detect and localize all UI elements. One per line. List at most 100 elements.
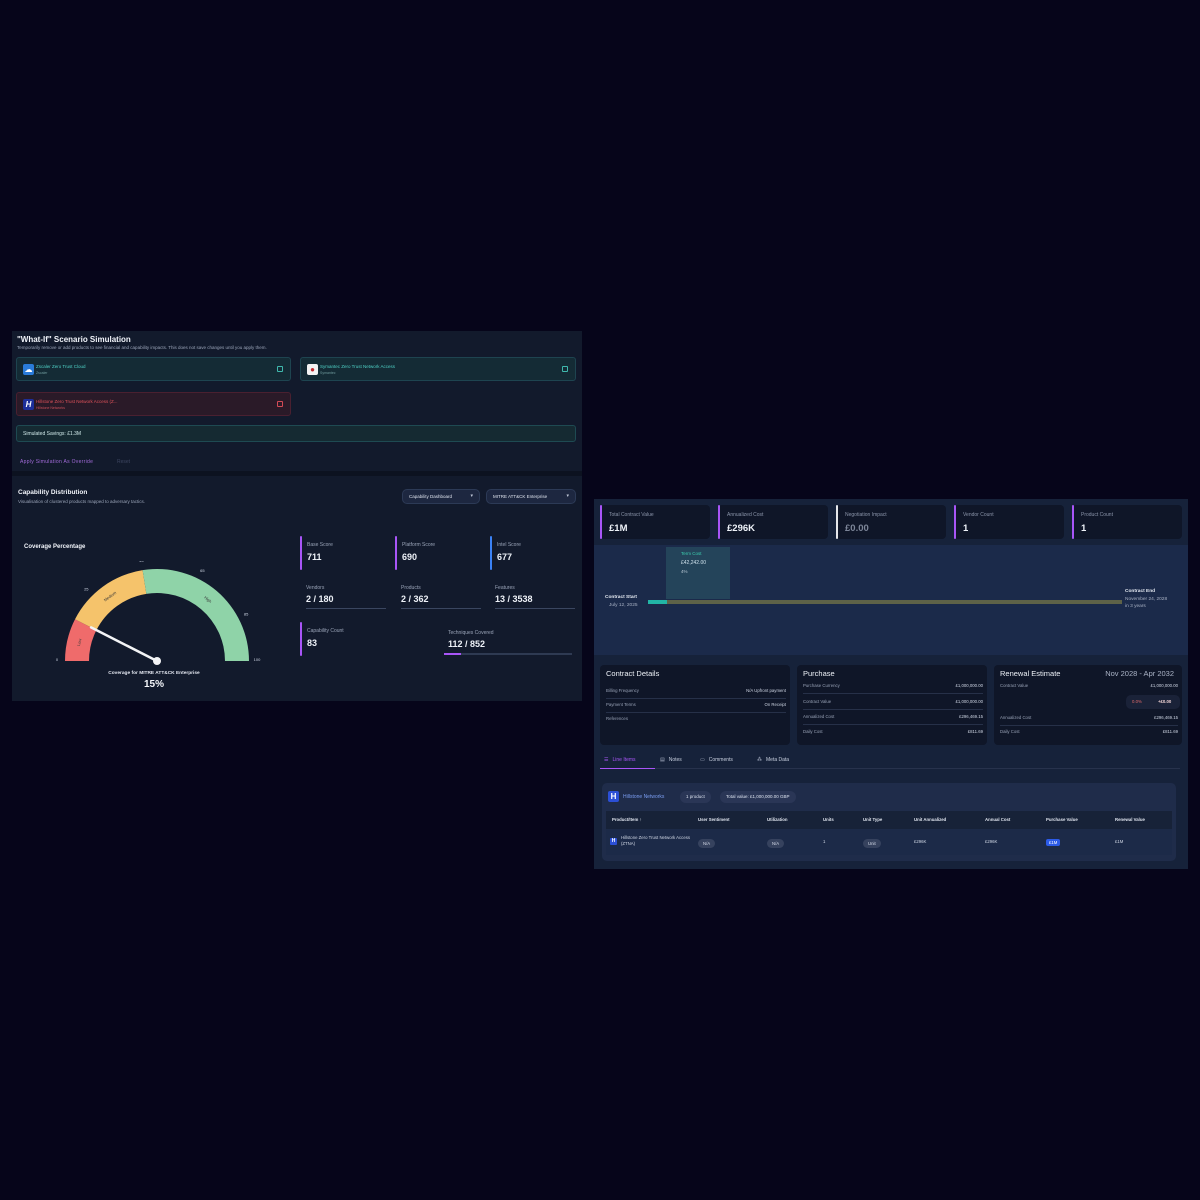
purchase-row-value: £1,000,000.00: [955, 699, 983, 704]
term-cost-value: £42,242.00: [681, 560, 707, 566]
detail-row: References: [606, 713, 786, 727]
chevron-down-icon: ▾: [470, 493, 473, 499]
sim-product-vendor: Symantec: [320, 371, 336, 375]
detail-tabs: ☰ Line Items ▤ Notes ▭ Comments ⁂ Meta Data: [600, 755, 1180, 769]
renewal-row-label: Annualized Cost: [1000, 715, 1032, 720]
contract-timeline: Term Cost £42,242.00 4% Contract Start J…: [594, 545, 1188, 655]
coverage-gauge: 025456585100 LowMediumHigh: [56, 561, 261, 665]
kpi-value: 1: [963, 523, 969, 534]
stat-value: 2 / 180: [306, 594, 334, 604]
kpi-value: £296K: [727, 523, 755, 534]
meta-icon: ⁂: [757, 757, 762, 763]
product-count-pill: 1 product: [680, 791, 711, 803]
tab-comments[interactable]: ▭ Comments: [700, 757, 733, 763]
contract-start: Contract Start July 12, 2025: [605, 595, 638, 608]
score-accent-bar: [395, 536, 397, 570]
capability-count-value: 83: [307, 638, 318, 648]
purchase-row-label: Annualized Cost: [803, 714, 835, 719]
kpi-label: Total Contract Value: [609, 512, 654, 518]
contract-details-card: Contract Details Billing Frequency N/A U…: [600, 665, 790, 745]
score-accent-bar: [490, 536, 492, 570]
detail-row: Payment Terms On Receipt: [606, 699, 786, 713]
unit-annualized-cell: £296K: [914, 839, 927, 844]
column-header[interactable]: Unit Type: [863, 817, 882, 822]
features-stat: Features 13 / 3538: [495, 585, 575, 609]
renewal-row-label: Contract Value: [1000, 683, 1029, 688]
term-cost-tooltip: Term Cost £42,242.00 4%: [666, 547, 730, 599]
term-cost-title: Term Cost: [681, 551, 702, 556]
gauge-tick-label: 65: [200, 568, 205, 573]
timeline-progress: [648, 600, 667, 604]
sentiment-chip: N/A: [698, 839, 716, 848]
kpi-product-count: Product Count 1: [1072, 505, 1182, 539]
kpi-accent-bar: [836, 505, 838, 539]
kpi-label: Negotiation Impact: [845, 512, 887, 518]
techniques-label: Techniques Covered: [448, 630, 494, 636]
term-cost-percent: 4%: [681, 569, 688, 574]
reset-button[interactable]: Reset: [117, 459, 130, 465]
purchase-row: Purchase Currency £1,000,000.00: [803, 680, 983, 694]
column-header[interactable]: Utilization: [767, 817, 788, 822]
tab-line-items[interactable]: ☰ Line Items: [604, 757, 636, 763]
framework-dropdown[interactable]: MITRE ATT&CK Enterprise ▾: [486, 489, 576, 504]
chevron-down-icon: ▾: [566, 493, 569, 499]
renewal-title: Renewal Estimate: [1000, 669, 1061, 678]
capability-subtitle: Visualisation of clustered products mapp…: [18, 499, 145, 504]
section-divider: [12, 471, 582, 476]
renewal-delta-badge: 0.0% +£0.00: [1126, 695, 1180, 709]
sim-product-card-zscaler[interactable]: ☁ Zscaler Zero Trust Cloud Zscaler: [16, 357, 291, 381]
column-header[interactable]: User Sentiment: [698, 817, 730, 822]
detail-row-value: On Receipt: [764, 702, 787, 707]
stat-label: Products: [401, 585, 421, 591]
score-accent-bar: [300, 536, 302, 570]
contract-details-title: Contract Details: [606, 669, 660, 678]
delta-percent: 0.0%: [1132, 699, 1142, 704]
column-header[interactable]: Unit Annualized: [914, 817, 946, 822]
gauge-hub: [153, 657, 161, 665]
column-header[interactable]: Purchase Value: [1046, 817, 1078, 822]
renewal-row-value: £811.69: [1162, 729, 1178, 734]
contract-end: Contract End November 24, 2028 in 3 year…: [1125, 589, 1167, 609]
purchase-row: Contract Value £1,000,000.00: [803, 696, 983, 710]
platform-score-card: Platform Score 690: [395, 536, 475, 570]
apply-simulation-button[interactable]: Apply Simulation As Override: [20, 459, 93, 465]
toggle-product-icon[interactable]: [277, 366, 283, 372]
toggle-product-icon[interactable]: [562, 366, 568, 372]
purchase-row-label: Contract Value: [803, 699, 832, 704]
renewal-row: Annualized Cost £296,469.15: [1000, 712, 1178, 726]
hillstone-logo-icon: H: [23, 399, 34, 410]
tab-label: Notes: [668, 757, 682, 763]
products-stat: Products 2 / 362: [401, 585, 481, 609]
renewal-row: Daily Cost £811.69: [1000, 726, 1178, 740]
kpi-label: Product Count: [1081, 512, 1113, 518]
view-dropdown[interactable]: Capability Dashboard ▾: [402, 489, 480, 504]
kpi-value: 1: [1081, 523, 1087, 534]
renewal-range: Nov 2028 - Apr 2032: [1105, 669, 1174, 678]
stat-underline: [401, 608, 481, 609]
tab-meta-data[interactable]: ⁂ Meta Data: [757, 757, 789, 763]
detail-row-label: Billing Frequency: [606, 688, 639, 693]
capability-count-card: Capability Count 83: [300, 622, 400, 656]
delta-amount: +£0.00: [1158, 699, 1172, 704]
sim-product-card-symantec[interactable]: ● Symantec Zero Trust Network Access Sym…: [300, 357, 576, 381]
column-header[interactable]: Annual Cost: [985, 817, 1010, 822]
note-icon: ▤: [660, 757, 665, 763]
table-row[interactable]: H Hillstone Zero Trust Network Access (Z…: [606, 829, 1172, 855]
column-header[interactable]: Product/Item ↑: [612, 817, 642, 822]
purchase-row-value: £811.69: [967, 729, 983, 734]
stat-value: 2 / 362: [401, 594, 429, 604]
kpi-accent-bar: [1072, 505, 1074, 539]
tab-notes[interactable]: ▤ Notes: [660, 757, 682, 763]
column-header[interactable]: Renewal Value: [1115, 817, 1145, 822]
column-header[interactable]: Units: [823, 817, 834, 822]
vendor-name[interactable]: Hillstone Networks: [623, 794, 664, 800]
toggle-product-icon[interactable]: [277, 401, 283, 407]
contract-end-date: November 24, 2028: [1125, 597, 1168, 602]
kpi-annualized-cost: Annualized Cost £296K: [718, 505, 828, 539]
sim-product-card-hillstone[interactable]: H Hillstone Zero Trust Network Access (Z…: [16, 392, 291, 416]
score-label: Intel Score: [497, 542, 521, 548]
renewal-contract-row: Contract Value £1,000,000.00: [1000, 680, 1178, 694]
kpi-vendor-count: Vendor Count 1: [954, 505, 1064, 539]
stat-value: 13 / 3538: [495, 594, 533, 604]
framework-dropdown-label: MITRE ATT&CK Enterprise: [493, 494, 548, 499]
